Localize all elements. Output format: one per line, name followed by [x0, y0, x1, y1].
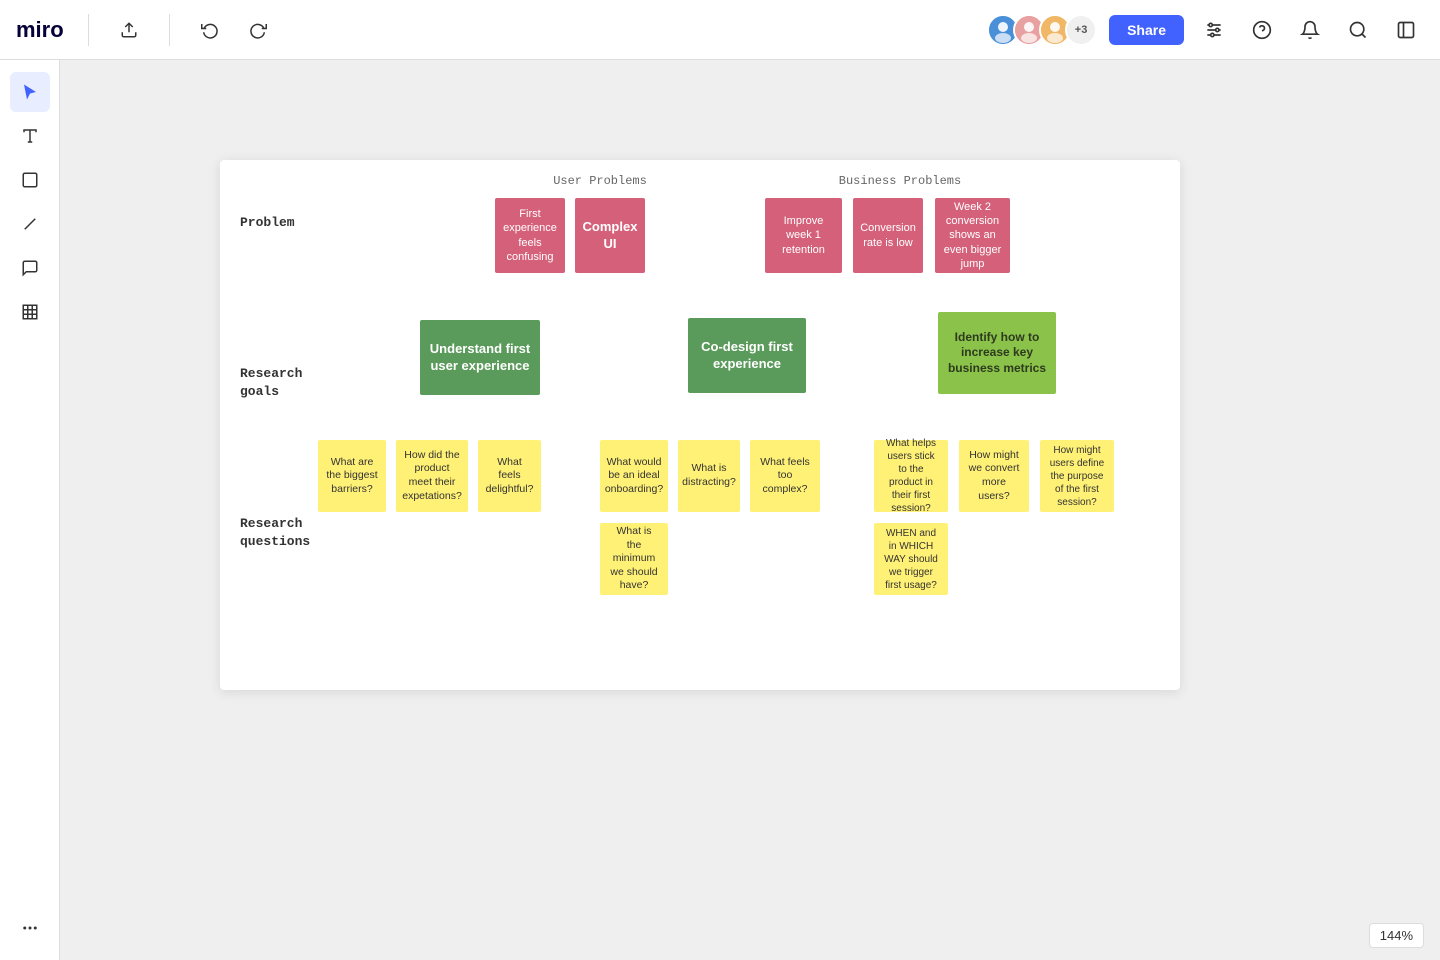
user-problems-header: User Problems — [500, 174, 700, 188]
divider-2 — [169, 14, 170, 46]
frame-tool[interactable] — [10, 292, 50, 332]
left-sidebar — [0, 60, 60, 960]
sticky-increase-metrics[interactable]: Identify how to increase key business me… — [938, 312, 1056, 394]
sticky-minimum-have[interactable]: What is the minimum we should have? — [600, 523, 668, 595]
more-tools[interactable] — [10, 908, 50, 948]
sticky-conversion-rate[interactable]: Conversion rate is low — [853, 198, 923, 273]
sticky-too-complex[interactable]: What feels too complex? — [750, 440, 820, 512]
redo-button[interactable] — [242, 14, 274, 46]
sticky-convert-users[interactable]: How might we convert more users? — [959, 440, 1029, 512]
divider-1 — [88, 14, 89, 46]
research-goals-label: Research goals — [240, 365, 302, 401]
note-tool[interactable] — [10, 160, 50, 200]
upload-button[interactable] — [113, 14, 145, 46]
search-button[interactable] — [1340, 12, 1376, 48]
avatar-more[interactable]: +3 — [1065, 14, 1097, 46]
notifications-button[interactable] — [1292, 12, 1328, 48]
business-problems-header: Business Problems — [790, 174, 1010, 188]
sticky-define-purpose[interactable]: How might users define the purpose of th… — [1040, 440, 1114, 512]
problem-label: Problem — [240, 215, 295, 230]
panel-button[interactable] — [1388, 12, 1424, 48]
share-button[interactable]: Share — [1109, 15, 1184, 45]
cursor-tool[interactable] — [10, 72, 50, 112]
sticky-improve-retention[interactable]: Improve week 1 retention — [765, 198, 842, 273]
top-toolbar: miro +3 Share — [0, 0, 1440, 60]
canvas[interactable]: User Problems Business Problems Problem … — [60, 60, 1440, 960]
sticky-distracting[interactable]: What is distracting? — [678, 440, 740, 512]
settings-icon-button[interactable] — [1196, 12, 1232, 48]
avatar-group: +3 — [987, 14, 1097, 46]
sticky-product-meet[interactable]: How did the product meet their expetatio… — [396, 440, 468, 512]
zoom-level: 144% — [1369, 923, 1424, 948]
sticky-trigger-usage[interactable]: WHEN and in WHICH WAY should we trigger … — [874, 523, 948, 595]
comment-tool[interactable] — [10, 248, 50, 288]
sticky-complex-ui[interactable]: Complex UI — [575, 198, 645, 273]
toolbar-right: +3 Share — [987, 12, 1440, 48]
sticky-users-stick[interactable]: What helps users stick to the product in… — [874, 440, 948, 512]
sticky-codesign-experience[interactable]: Co-design first experience — [688, 318, 806, 393]
help-button[interactable] — [1244, 12, 1280, 48]
whiteboard: User Problems Business Problems Problem … — [220, 160, 1180, 690]
logo-area: miro — [0, 14, 290, 46]
sticky-understand-experience[interactable]: Understand first user experience — [420, 320, 540, 395]
sticky-week2-conversion[interactable]: Week 2 conversion shows an even bigger j… — [935, 198, 1010, 273]
sticky-feels-delightful[interactable]: What feels delightful? — [478, 440, 541, 512]
research-questions-label: Research questions — [240, 515, 310, 551]
app-logo[interactable]: miro — [16, 17, 64, 43]
line-tool[interactable] — [10, 204, 50, 244]
sticky-biggest-barriers[interactable]: What are the biggest barriers? — [318, 440, 386, 512]
text-tool[interactable] — [10, 116, 50, 156]
undo-button[interactable] — [194, 14, 226, 46]
sticky-ideal-onboarding[interactable]: What would be an ideal onboarding? — [600, 440, 668, 512]
sticky-first-experience[interactable]: First experience feels confusing — [495, 198, 565, 273]
